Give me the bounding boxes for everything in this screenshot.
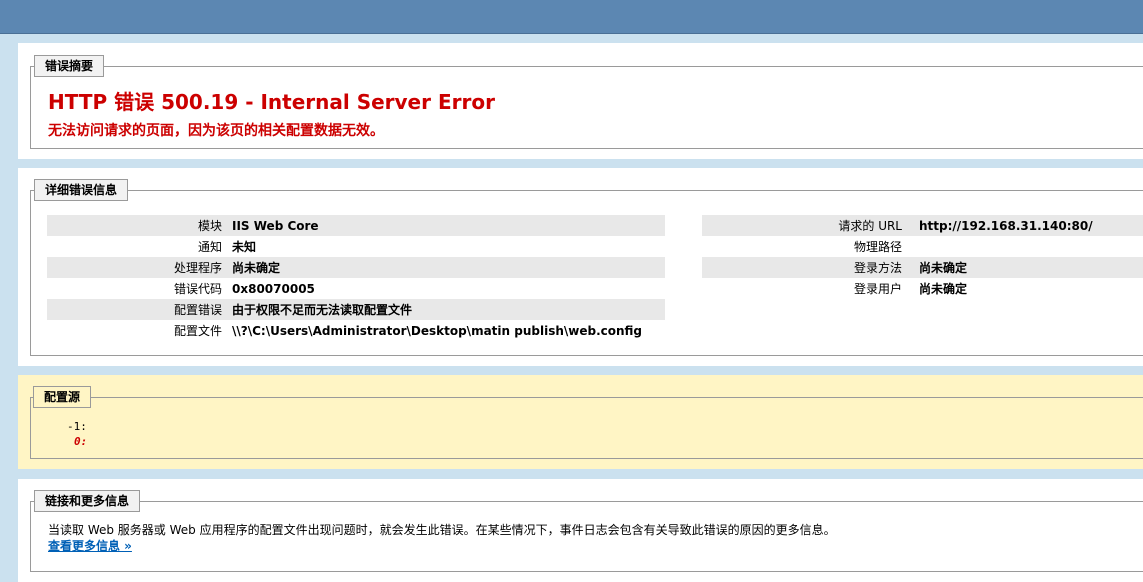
table-row: 配置错误 由于权限不足而无法读取配置文件 [47,299,665,320]
detail-key: 模块 [47,215,227,236]
detail-value: 尚未确定 [227,257,665,278]
detail-key: 物理路径 [853,240,902,254]
error-title: HTTP 错误 500.19 - Internal Server Error [48,90,495,114]
detailed-error-legend: 详细错误信息 [34,179,129,201]
detail-value: IIS Web Core [227,215,665,236]
detail-key: 通知 [197,240,222,254]
table-row: 通知 未知 [47,236,665,257]
table-row: 配置文件 \\?\C:\Users\Administrator\Desktop\… [47,320,665,341]
error-summary-legend: 错误摘要 [34,55,105,77]
detail-table-left: 模块 IIS Web Core 通知 未知 处理程序 尚未确定 错误代码 0x8… [47,215,665,341]
table-row: 登录用户 尚未确定 [702,278,1143,299]
detail-value: 尚未确定 [919,282,968,296]
table-row: 模块 IIS Web Core [47,215,665,236]
error-summary-panel: 错误摘要 HTTP 错误 500.19 - Internal Server Er… [18,43,1143,159]
table-row: 错误代码 0x80070005 [47,278,665,299]
table-row: 请求的 URL http://192.168.31.140:80/ [702,215,1143,236]
detail-key: 配置错误 [47,299,227,320]
detailed-error-panel: 详细错误信息 模块 IIS Web Core 通知 未知 处理程序 尚未确定 错… [18,168,1143,366]
links-legend: 链接和更多信息 [34,490,141,512]
detail-key: 配置文件 [173,324,222,338]
detail-value: 尚未确定 [907,257,1143,278]
config-source-line: -1: [67,420,87,433]
table-row: 处理程序 尚未确定 [47,257,665,278]
detail-value: 由于权限不足而无法读取配置文件 [227,299,665,320]
top-banner [0,0,1143,34]
detail-table-right: 请求的 URL http://192.168.31.140:80/ 物理路径 登… [702,215,1143,299]
more-info-link[interactable]: 查看更多信息 » [48,537,132,554]
detail-value [907,236,1143,257]
detail-value: \\?\C:\Users\Administrator\Desktop\matin… [232,323,643,338]
config-source-line: 0: [74,435,88,448]
links-panel: 链接和更多信息 当读取 Web 服务器或 Web 应用程序的配置文件出现问题时，… [18,479,1143,582]
detail-key: 处理程序 [47,257,227,278]
detail-key: 登录方法 [702,257,907,278]
links-description: 当读取 Web 服务器或 Web 应用程序的配置文件出现问题时，就会发生此错误。… [48,523,836,537]
error-subtitle: 无法访问请求的页面，因为该页的相关配置数据无效。 [48,123,384,139]
detail-key: 错误代码 [173,282,222,296]
table-row: 登录方法 尚未确定 [702,257,1143,278]
detail-value: http://192.168.31.140:80/ [907,215,1143,236]
config-source-legend: 配置源 [33,386,92,408]
table-row: 物理路径 [702,236,1143,257]
detail-value: 0x80070005 [232,281,315,296]
detail-value: 未知 [232,240,257,254]
detail-key: 请求的 URL [702,215,907,236]
detail-key: 登录用户 [853,282,902,296]
config-source-panel: 配置源 -1: 0: [18,375,1143,469]
